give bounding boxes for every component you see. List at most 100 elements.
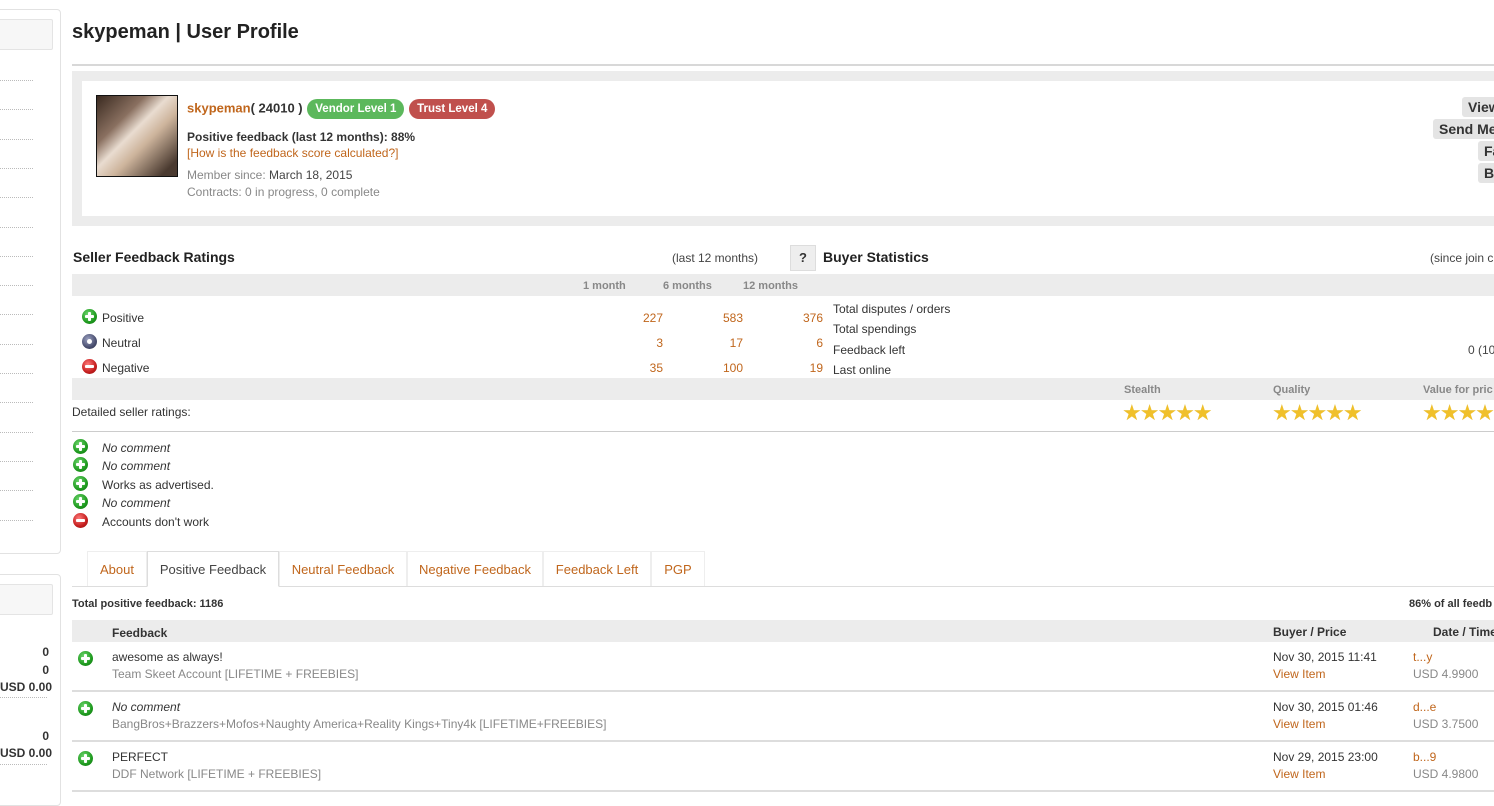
negative-6-months: 100: [722, 361, 743, 375]
price: USD 4.9900: [1413, 667, 1479, 681]
feedback-date: Nov 29, 2015 23:00: [1273, 750, 1378, 764]
tab-about[interactable]: About: [87, 551, 147, 586]
neutral-1-month: 3: [656, 336, 663, 350]
detailed-comment: No comment: [102, 459, 171, 473]
sidebar-separator: [0, 519, 33, 521]
header-buyer-price: Buyer / Price: [1273, 625, 1347, 639]
sidebar-value: 0: [42, 729, 49, 743]
avatar: [96, 95, 178, 177]
positive-1-month: 227: [642, 311, 663, 325]
stealth-label: Stealth: [1124, 384, 1161, 396]
star-fill: ★★★★★: [1272, 403, 1362, 423]
block-button[interactable]: B: [1478, 163, 1494, 183]
user-score: ( 24010 ): [250, 100, 303, 116]
tab-negative-feedback[interactable]: Negative Feedback: [407, 551, 543, 586]
buyer-link[interactable]: d...e: [1413, 700, 1436, 714]
favorite-button[interactable]: Fa: [1478, 141, 1494, 161]
view-button[interactable]: View: [1462, 97, 1494, 117]
feedback-comment: PERFECT: [112, 750, 169, 764]
profile-card-inner: skypeman( 24010 ) Vendor Level 1 Trust L…: [82, 81, 1494, 216]
total-disputes-label: Total disputes / orders: [833, 302, 951, 316]
sidebar-separator: [0, 109, 33, 111]
sidebar-separator: [0, 314, 33, 316]
sidebar-separator: [0, 343, 33, 345]
negative-label: Negative: [102, 361, 150, 375]
negative-1-month: 35: [649, 361, 663, 375]
neutral-icon: [82, 334, 97, 349]
positive-feedback-summary: Positive feedback (last 12 months): 88%: [187, 130, 416, 144]
last-online-label: Last online: [833, 363, 892, 377]
buyer-link[interactable]: t...y: [1413, 650, 1432, 664]
sidebar-separator: [0, 255, 33, 257]
positive-icon: [73, 457, 88, 472]
positive-icon: [78, 701, 93, 716]
tab-positive-feedback[interactable]: Positive Feedback: [147, 551, 279, 587]
sidebar-separator: [0, 460, 33, 462]
sidebar-separator: [0, 138, 33, 140]
view-item-link[interactable]: View Item: [1273, 717, 1325, 731]
sidebar-separator: [0, 697, 47, 698]
member-since-label: Member since:: [187, 168, 266, 182]
sidebar-separator: [0, 490, 33, 492]
feedback-left-value: 0 (10: [1468, 343, 1494, 357]
feedback-date: Nov 30, 2015 11:41: [1273, 650, 1377, 664]
feedback-item: BangBros+Brazzers+Mofos+Naughty America+…: [112, 717, 607, 731]
quality-label: Quality: [1273, 384, 1311, 396]
feedback-comment: No comment: [112, 700, 181, 714]
sidebar-separator: [0, 80, 33, 81]
column-6-months: 6 months: [663, 280, 712, 292]
sidebar-search-box[interactable]: [0, 19, 53, 50]
neutral-label: Neutral: [102, 336, 141, 350]
tab-neutral-feedback[interactable]: Neutral Feedback: [279, 551, 407, 586]
contracts-status: Contracts: 0 in progress, 0 complete: [187, 185, 380, 199]
star-fill: ★★★★★: [1122, 403, 1213, 423]
tab-pgp[interactable]: PGP: [651, 551, 705, 586]
star-fill: ★★★★★: [1422, 403, 1494, 423]
feedback-comment: awesome as always!: [112, 650, 223, 664]
sidebar-value: 0: [42, 645, 49, 659]
sidebar-separator: [0, 764, 47, 765]
header-feedback: Feedback: [112, 626, 168, 640]
feedback-row: PERFECT DDF Network [LIFETIME + FREEBIES…: [72, 742, 1494, 792]
sidebar-separator: [0, 167, 33, 169]
view-item-link[interactable]: View Item: [1273, 767, 1325, 781]
value-for-price-stars: ★★★★★★★★★★: [1422, 403, 1494, 423]
feedback-item: DDF Network [LIFETIME + FREEBIES]: [112, 767, 322, 781]
help-button[interactable]: ?: [790, 245, 816, 271]
feedback-score-help-link[interactable]: [How is the feedback score calculated?]: [187, 146, 398, 160]
positive-label: Positive: [102, 311, 145, 325]
positive-icon: [78, 651, 93, 666]
sidebar-separator: [0, 402, 33, 404]
feedback-item: Team Skeet Account [LIFETIME + FREEBIES]: [112, 667, 359, 681]
seller-ratings-period: (last 12 months): [672, 251, 759, 265]
quality-stars: ★★★★★ ★★★★★: [1272, 403, 1377, 423]
positive-icon: [78, 751, 93, 766]
sidebar-separator: [0, 285, 33, 287]
feedback-left-label: Feedback left: [833, 343, 906, 357]
seller-ratings-title: Seller Feedback Ratings: [73, 249, 235, 265]
title-divider: [72, 64, 1494, 66]
profile-card: skypeman( 24010 ) Vendor Level 1 Trust L…: [72, 71, 1494, 226]
feedback-row: No comment BangBros+Brazzers+Mofos+Naugh…: [72, 692, 1494, 742]
neutral-6-months: 17: [729, 336, 743, 350]
total-spendings-label: Total spendings: [833, 322, 917, 336]
buyer-stats-period: (since join c: [1430, 251, 1494, 265]
send-message-button[interactable]: Send Me: [1433, 119, 1494, 139]
feedback-row: awesome as always! Team Skeet Account [L…: [72, 642, 1494, 692]
negative-12-months: 19: [809, 361, 823, 375]
view-item-link[interactable]: View Item: [1273, 667, 1325, 681]
neutral-12-months: 6: [816, 336, 823, 350]
detailed-comment: Works as advertised.: [102, 478, 214, 492]
stealth-stars: ★★★★★ ★★★★★: [1122, 403, 1227, 423]
sidebar-summary-header: [0, 584, 53, 615]
total-positive-feedback: Total positive feedback: 1186: [72, 598, 224, 610]
username-line: skypeman( 24010 ) Vendor Level 1 Trust L…: [187, 99, 496, 119]
tab-feedback-left[interactable]: Feedback Left: [543, 551, 651, 586]
positive-6-months: 583: [722, 311, 743, 325]
buyer-link[interactable]: b...9: [1413, 750, 1436, 764]
detailed-ratings-label: Detailed seller ratings:: [72, 405, 191, 419]
member-since-value: March 18, 2015: [269, 168, 353, 182]
username-link[interactable]: skypeman: [187, 100, 251, 115]
detailed-comment: No comment: [102, 496, 171, 510]
sidebar-separator: [0, 197, 33, 199]
